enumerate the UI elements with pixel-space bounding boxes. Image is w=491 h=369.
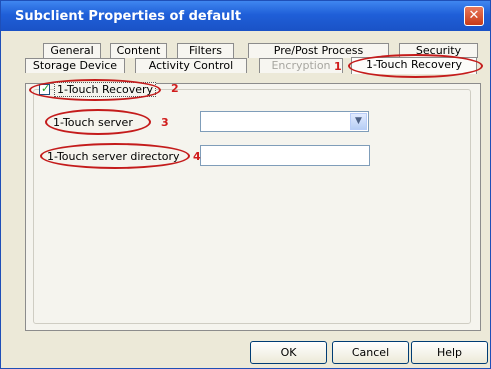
chevron-down-icon[interactable]: ▼ xyxy=(350,113,367,130)
server-select[interactable]: ▼ xyxy=(200,111,369,132)
tab-label: Encryption xyxy=(271,59,331,72)
annotation-number-1: 1 xyxy=(334,60,342,73)
tab-label: Storage Device xyxy=(32,59,118,72)
tab-storage-device[interactable]: Storage Device xyxy=(25,58,125,73)
ok-button[interactable]: OK xyxy=(250,341,327,364)
tab-label: Filters xyxy=(189,44,222,57)
annotation-oval-tab xyxy=(348,54,483,78)
tab-pre-post-process[interactable]: Pre/Post Process xyxy=(248,43,389,58)
cancel-button[interactable]: Cancel xyxy=(332,341,409,364)
dialog-window: Subclient Properties of default ✕ Genera… xyxy=(0,0,491,369)
help-button[interactable]: Help xyxy=(411,341,488,364)
tab-label: General xyxy=(50,44,94,57)
annotation-number-4: 4 xyxy=(193,150,201,163)
tab-label: Activity Control xyxy=(148,59,234,72)
close-icon[interactable]: ✕ xyxy=(464,6,484,26)
tab-encryption[interactable]: Encryption xyxy=(259,58,343,73)
directory-input[interactable] xyxy=(200,145,370,166)
tab-filters[interactable]: Filters xyxy=(177,43,234,58)
annotation-oval-checkbox xyxy=(29,79,161,101)
window-title: Subclient Properties of default xyxy=(15,9,242,24)
annotation-number-2: 2 xyxy=(171,82,179,95)
annotation-oval-server xyxy=(45,109,151,135)
tab-label: Pre/Post Process xyxy=(273,44,364,57)
tab-general[interactable]: General xyxy=(43,43,101,58)
annotation-number-3: 3 xyxy=(161,116,169,129)
tab-label: Content xyxy=(116,44,161,57)
title-bar[interactable]: Subclient Properties of default ✕ xyxy=(1,1,490,31)
annotation-oval-directory xyxy=(40,143,190,169)
tab-content[interactable]: Content xyxy=(110,43,167,58)
tab-activity-control[interactable]: Activity Control xyxy=(135,58,247,73)
